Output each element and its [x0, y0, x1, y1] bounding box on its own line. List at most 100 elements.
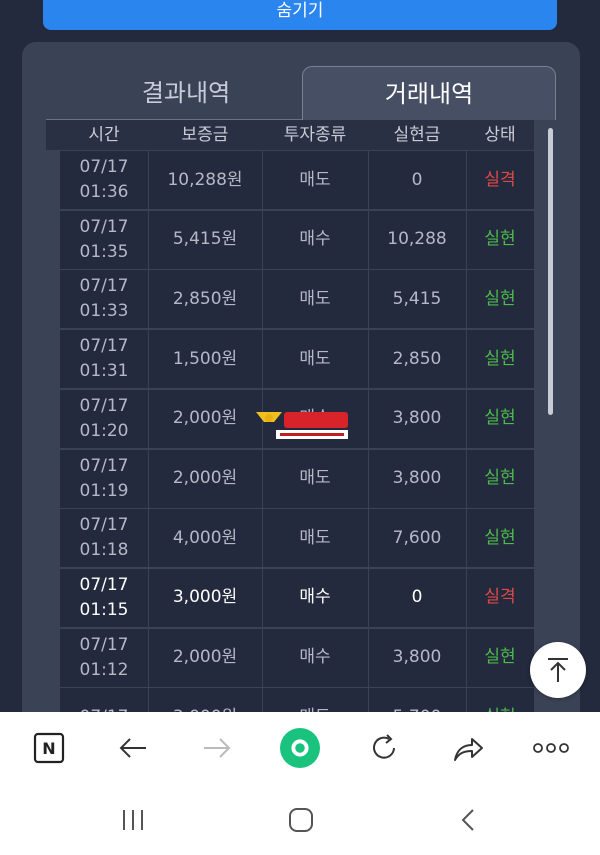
cell-deposit: 1,500원: [172, 348, 238, 369]
tab-trade-history[interactable]: 거래내역: [302, 66, 556, 120]
table-row: 07/17 01:19 2,000원 매도 3,800 실현: [60, 449, 534, 508]
column-divider: [262, 449, 263, 508]
cell-clock: 01:36: [79, 182, 129, 202]
cell-realized: 3,800: [392, 468, 442, 488]
cell-deposit: 2,000원: [172, 647, 238, 668]
column-divider: [368, 151, 369, 209]
table-row: 07/17 01:36 10,288원 매도 0 실격: [60, 151, 534, 209]
cell-date: 07/17: [79, 515, 129, 536]
cell-deposit: 2,850원: [172, 288, 238, 309]
cell-time: 07/17 01:20: [60, 390, 148, 448]
column-divider: [148, 628, 149, 687]
cell-deposit: 2,000원: [172, 408, 238, 429]
cell-clock: 01:20: [79, 420, 129, 441]
cell-type: 매도: [299, 468, 331, 488]
cell-date: 07/17: [79, 157, 129, 177]
cell-type: 매도: [299, 527, 331, 548]
cell-status: 실현: [484, 348, 516, 369]
col-header-time: 시간: [88, 125, 120, 145]
column-divider: [368, 210, 369, 269]
table-row: 07/17 01:35 5,415원 매수 10,288 실현: [60, 210, 534, 269]
cell-time: 07/17 01:15: [60, 569, 148, 627]
cell-deposit: 4,000원: [172, 527, 238, 548]
column-divider: [466, 628, 467, 687]
table-row: 07/17 01:31 1,500원 매도 2,850 실현: [60, 330, 534, 389]
column-divider: [148, 210, 149, 269]
forward-arrow-icon[interactable]: [197, 728, 237, 768]
cell-realized: 7,600: [392, 527, 442, 548]
cell-time: 07/17 01:31: [60, 330, 148, 388]
cell-type: 매도: [299, 288, 331, 309]
col-header-status: 상태: [484, 125, 516, 145]
cell-status: 실격: [484, 587, 516, 608]
recent-apps-icon[interactable]: [113, 806, 153, 834]
column-divider: [148, 270, 149, 329]
more-icon[interactable]: [531, 728, 571, 768]
cell-deposit: 3,000원: [172, 587, 238, 608]
column-divider: [466, 509, 467, 568]
cell-status: 실현: [484, 647, 516, 668]
table-scrollbar[interactable]: [548, 128, 553, 415]
cell-realized: 5,415: [392, 288, 442, 309]
col-header-deposit: 보증금: [181, 125, 229, 145]
cell-clock: 01:35: [79, 241, 129, 262]
arrow-up-icon: [548, 658, 568, 682]
column-divider: [368, 270, 369, 329]
table-header: 시간 보증금 투자종류 실현금 상태: [46, 120, 534, 150]
hide-button[interactable]: 숨기기: [43, 0, 557, 30]
cell-realized: 3,800: [392, 408, 442, 429]
tab-result-history[interactable]: 결과내역: [46, 66, 326, 120]
scroll-to-top-button[interactable]: [530, 642, 586, 698]
cell-type: 매수: [299, 587, 331, 608]
cell-date: 07/17: [79, 336, 129, 357]
cell-clock: 01:33: [79, 301, 129, 322]
cell-clock: 01:12: [79, 659, 129, 680]
cell-realized: 0: [411, 587, 423, 608]
column-divider: [148, 389, 149, 448]
cell-status: 실현: [484, 229, 516, 250]
home-dot-icon[interactable]: [280, 728, 320, 768]
cell-type: 매도: [299, 169, 331, 190]
cell-realized: 2,850: [392, 348, 442, 369]
cell-status: 실현: [484, 408, 516, 429]
column-divider: [466, 210, 467, 269]
cell-date: 07/17: [79, 455, 129, 476]
column-divider: [466, 330, 467, 389]
refresh-icon[interactable]: [364, 728, 404, 768]
cell-clock: 01:18: [79, 540, 129, 561]
column-divider: [368, 389, 369, 448]
home-icon[interactable]: [281, 806, 321, 834]
naver-n-icon[interactable]: N: [29, 728, 69, 768]
column-divider: [148, 449, 149, 508]
back-arrow-icon[interactable]: [113, 728, 153, 768]
cell-time: 07/17 01:33: [60, 270, 148, 328]
cell-deposit: 2,000원: [172, 468, 238, 488]
system-navigation-bar: [0, 784, 600, 855]
browser-toolbar: N: [0, 712, 600, 784]
watermark-logo: [252, 408, 352, 442]
cell-status: 실현: [484, 527, 516, 548]
cell-realized: 10,288: [387, 229, 447, 250]
column-divider: [466, 270, 467, 329]
column-divider: [262, 210, 263, 269]
column-divider: [262, 270, 263, 329]
cell-status: 실현: [484, 288, 516, 309]
column-divider: [466, 449, 467, 508]
column-divider: [262, 509, 263, 568]
cell-status: 실현: [484, 468, 516, 488]
back-icon[interactable]: [448, 806, 488, 834]
cell-date: 07/17: [79, 395, 129, 416]
col-header-realized: 실현금: [393, 125, 441, 145]
cell-time: 07/17 01:36: [60, 151, 148, 209]
svg-text:N: N: [42, 739, 55, 758]
cell-type: 매수: [299, 229, 331, 250]
column-divider: [148, 151, 149, 209]
column-divider: [148, 509, 149, 568]
column-divider: [368, 509, 369, 568]
cell-deposit: 5,415원: [172, 229, 238, 250]
cell-time: 07/17 01:19: [60, 450, 148, 508]
column-divider: [262, 330, 263, 389]
column-divider: [368, 330, 369, 389]
share-icon[interactable]: [448, 728, 488, 768]
column-divider: [368, 628, 369, 687]
